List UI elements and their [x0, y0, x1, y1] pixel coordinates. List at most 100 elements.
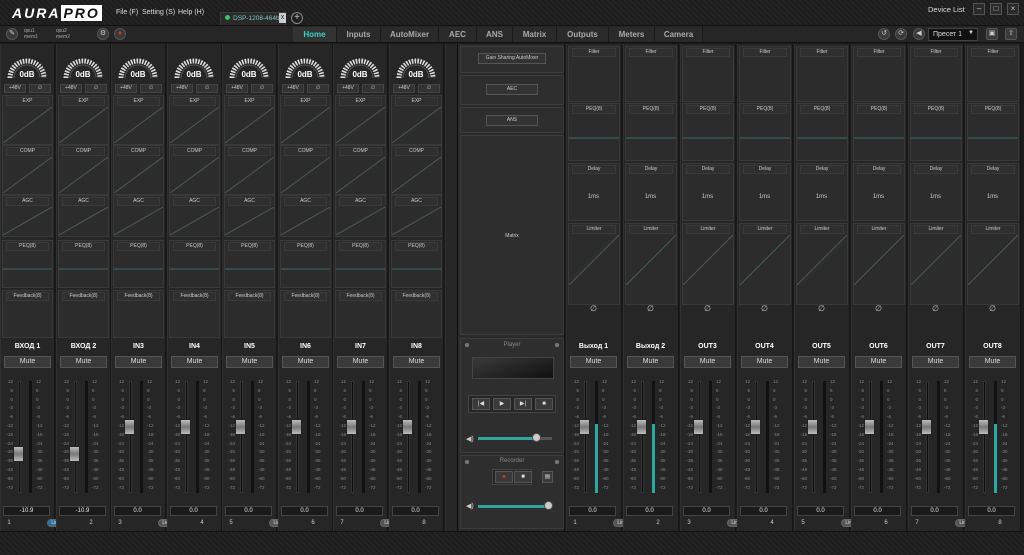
fader-knob[interactable] [69, 446, 80, 462]
gain-value[interactable]: 0.0 [392, 506, 439, 516]
folder-icon[interactable]: ▤ [542, 471, 553, 483]
phase-invert-button[interactable]: ∅ [307, 84, 329, 93]
record-icon[interactable]: ● [495, 471, 513, 483]
gain-value[interactable]: 0.0 [114, 506, 161, 516]
gain-value[interactable]: 0.0 [569, 506, 616, 516]
gain-value[interactable]: 0.0 [911, 506, 958, 516]
fader-track[interactable] [584, 381, 587, 493]
mute-button[interactable]: Mute [741, 356, 788, 368]
channel-name[interactable]: OUT3 [680, 343, 735, 350]
phantom-power-button[interactable]: +48V [4, 84, 26, 93]
phantom-power-button[interactable]: +48V [171, 84, 193, 93]
mute-button[interactable]: Mute [337, 356, 384, 368]
phase-invert-button[interactable]: ∅ [362, 84, 384, 93]
delay-value[interactable]: 1ms [965, 194, 1020, 200]
gain-value[interactable]: 0.0 [683, 506, 730, 516]
fader-knob[interactable] [693, 419, 704, 435]
phase-invert-button[interactable]: ∅ [140, 84, 162, 93]
next-icon[interactable]: ▶| [514, 398, 532, 410]
delay-value[interactable]: 1ms [566, 194, 621, 200]
channel-name[interactable]: OUT4 [737, 343, 792, 350]
channel-name[interactable]: OUT8 [965, 343, 1020, 350]
fader-knob[interactable] [807, 419, 818, 435]
fader-knob[interactable] [291, 419, 302, 435]
fader-track[interactable] [926, 381, 929, 493]
channel-name[interactable]: IN3 [111, 343, 166, 350]
delay-value[interactable]: 1ms [794, 194, 849, 200]
fader-knob[interactable] [346, 419, 357, 435]
channel-name[interactable]: ВХОД 2 [56, 343, 111, 350]
mute-button[interactable]: Mute [393, 356, 440, 368]
automixer-button[interactable]: Gain Sharing AutoMixer [478, 53, 546, 64]
gain-dial[interactable]: 0dB [4, 50, 50, 80]
tab-aec[interactable]: AEC [439, 27, 477, 42]
delay-value[interactable]: 1ms [737, 194, 792, 200]
fader-track[interactable] [351, 381, 354, 493]
play-icon[interactable]: ▶ [493, 398, 511, 410]
fader-track[interactable] [129, 381, 132, 493]
fader-knob[interactable] [13, 446, 24, 462]
mute-button[interactable]: Mute [798, 356, 845, 368]
gain-value[interactable]: -10.9 [59, 506, 106, 516]
ans-button[interactable]: ANS [486, 115, 538, 126]
gain-value[interactable]: 0.0 [854, 506, 901, 516]
gain-value[interactable]: 0.0 [968, 506, 1015, 516]
fader-knob[interactable] [402, 419, 413, 435]
channel-name[interactable]: OUT6 [851, 343, 906, 350]
mute-button[interactable]: Mute [684, 356, 731, 368]
fader-track[interactable] [407, 381, 410, 493]
fader-knob[interactable] [579, 419, 590, 435]
player-volume-knob[interactable] [531, 433, 541, 442]
mute-button[interactable]: Mute [171, 356, 218, 368]
fader-knob[interactable] [180, 419, 191, 435]
gain-value[interactable]: 0.0 [740, 506, 787, 516]
fader-knob[interactable] [921, 419, 932, 435]
gain-value[interactable]: 0.0 [170, 506, 217, 516]
gain-dial[interactable]: 0dB [171, 50, 217, 80]
channel-name[interactable]: ВХОД 1 [0, 343, 55, 350]
gain-value[interactable]: 0.0 [797, 506, 844, 516]
gain-dial[interactable]: 0dB [393, 50, 439, 80]
delay-value[interactable]: 1ms [851, 194, 906, 200]
fader-track[interactable] [74, 381, 77, 493]
fader-knob[interactable] [750, 419, 761, 435]
phase-invert-button[interactable]: ∅ [623, 304, 678, 313]
channel-name[interactable]: IN7 [333, 343, 388, 350]
phantom-power-button[interactable]: +48V [226, 84, 248, 93]
gain-dial[interactable]: 0dB [282, 50, 328, 80]
recorder-stop-icon[interactable]: ■ [514, 471, 532, 483]
phantom-power-button[interactable]: +48V [282, 84, 304, 93]
gain-value[interactable]: 0.0 [626, 506, 673, 516]
channel-name[interactable]: IN6 [278, 343, 333, 350]
mute-button[interactable]: Mute [969, 356, 1016, 368]
delay-value[interactable]: 1ms [680, 194, 735, 200]
gain-dial[interactable]: 0dB [115, 50, 161, 80]
phantom-power-button[interactable]: +48V [115, 84, 137, 93]
gain-dial[interactable]: 0dB [60, 50, 106, 80]
previous-icon[interactable]: |◀ [472, 398, 490, 410]
phase-invert-button[interactable]: ∅ [737, 304, 792, 313]
fader-knob[interactable] [235, 419, 246, 435]
fader-track[interactable] [812, 381, 815, 493]
phase-invert-button[interactable]: ∅ [566, 304, 621, 313]
channel-name[interactable]: OUT7 [908, 343, 963, 350]
phase-invert-button[interactable]: ∅ [251, 84, 273, 93]
fader-knob[interactable] [978, 419, 989, 435]
phase-invert-button[interactable]: ∅ [29, 84, 51, 93]
mute-button[interactable]: Mute [912, 356, 959, 368]
tab-matrix[interactable]: Matrix [513, 27, 557, 42]
fader-knob[interactable] [636, 419, 647, 435]
mute-button[interactable]: Mute [570, 356, 617, 368]
phase-invert-button[interactable]: ∅ [85, 84, 107, 93]
phase-invert-button[interactable]: ∅ [851, 304, 906, 313]
mute-button[interactable]: Mute [60, 356, 107, 368]
fader-track[interactable] [185, 381, 188, 493]
channel-name[interactable]: Выход 2 [623, 343, 678, 350]
phantom-power-button[interactable]: +48V [60, 84, 82, 93]
fader-knob[interactable] [864, 419, 875, 435]
fader-track[interactable] [641, 381, 644, 493]
gain-value[interactable]: 0.0 [336, 506, 383, 516]
phase-invert-button[interactable]: ∅ [908, 304, 963, 313]
channel-name[interactable]: Выход 1 [566, 343, 621, 350]
tab-ans[interactable]: ANS [477, 27, 513, 42]
